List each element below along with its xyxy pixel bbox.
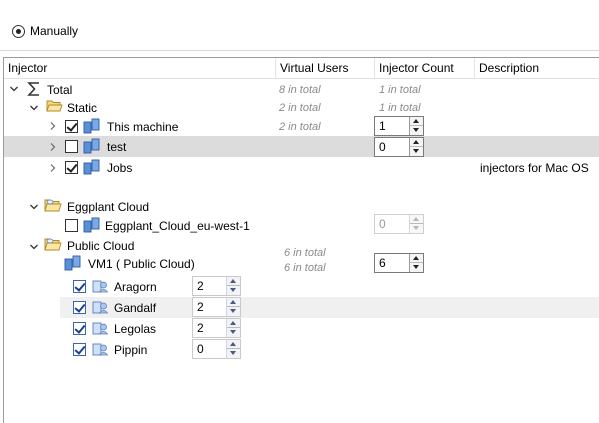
stepper-value: 1	[379, 119, 386, 133]
vm-stepper[interactable]: 2	[192, 318, 241, 338]
column-header-injector-count[interactable]: Injector Count	[375, 58, 454, 79]
chevron-down-icon[interactable]	[29, 242, 39, 252]
sigma-icon	[27, 81, 41, 97]
stepper-down-button[interactable]	[227, 349, 240, 358]
jobs-checkbox[interactable]	[65, 161, 78, 174]
tree-label-this-machine: This machine	[107, 120, 179, 134]
chevron-down-icon[interactable]	[29, 103, 39, 113]
vm-label: Pippin	[114, 343, 148, 357]
stepper-up-button[interactable]	[410, 117, 423, 126]
stepper-value: 6	[379, 256, 386, 270]
tree-label-jobs: Jobs	[107, 161, 133, 175]
server-icon	[64, 255, 82, 271]
stepper-down-button[interactable]	[410, 147, 423, 156]
this-machine-virtual-users: 2 in total	[279, 121, 321, 133]
stepper-value: 2	[197, 279, 204, 293]
tree-label-vm1: VM1 ( Public Cloud)	[88, 257, 195, 271]
vm-user-icon	[92, 299, 108, 315]
stepper-value: 2	[197, 321, 204, 335]
column-header-virtual-users[interactable]: Virtual Users	[276, 58, 348, 79]
tree-label-total: Total	[47, 83, 73, 97]
chevron-down-icon[interactable]	[9, 84, 19, 94]
tree-label-test: test	[107, 140, 127, 154]
pippin-checkbox[interactable]	[73, 343, 86, 356]
stepper-up-button[interactable]	[410, 215, 423, 224]
tree-label-static: Static	[67, 101, 98, 115]
cloud-folder-icon	[44, 198, 62, 213]
stepper-value: 0	[379, 217, 386, 231]
stepper-down-button[interactable]	[410, 126, 423, 135]
static-injector-count: 1 in total	[379, 102, 421, 114]
server-icon	[83, 118, 101, 134]
table-border-left	[3, 57, 4, 423]
stepper-value: 0	[379, 140, 386, 154]
divider	[0, 50, 599, 51]
test-checkbox[interactable]	[65, 140, 78, 153]
jobs-description: injectors for Mac OS	[480, 161, 589, 175]
stepper-down-button[interactable]	[227, 328, 240, 337]
eu-west-checkbox[interactable]	[65, 219, 78, 232]
stepper-up-button[interactable]	[227, 319, 240, 328]
vm-user-icon	[92, 278, 108, 294]
eu-west-count-stepper[interactable]: 0	[374, 214, 424, 234]
aragorn-checkbox[interactable]	[73, 280, 86, 293]
stepper-down-button[interactable]	[410, 224, 423, 233]
chevron-down-icon[interactable]	[29, 202, 39, 212]
tree-label-public-cloud: Public Cloud	[67, 239, 135, 253]
total-virtual-users: 8 in total	[279, 84, 321, 96]
chevron-right-icon[interactable]	[48, 142, 58, 152]
vm-label: Aragorn	[114, 280, 157, 294]
stepper-up-button[interactable]	[227, 298, 240, 307]
server-icon	[83, 217, 101, 233]
chevron-right-icon[interactable]	[48, 121, 58, 131]
vm-stepper[interactable]: 0	[192, 339, 241, 359]
stepper-up-button[interactable]	[227, 340, 240, 349]
stepper-value: 2	[197, 300, 204, 314]
public-cloud-virtual-users: 6 in total	[284, 247, 326, 259]
legolas-checkbox[interactable]	[73, 322, 86, 335]
test-count-stepper[interactable]: 0	[374, 137, 424, 157]
server-icon	[83, 138, 101, 154]
manually-radio-label: Manually	[30, 24, 79, 38]
stepper-up-button[interactable]	[410, 138, 423, 147]
column-header-description[interactable]: Description	[475, 58, 539, 79]
stepper-up-button[interactable]	[227, 277, 240, 286]
vm-stepper[interactable]: 2	[192, 276, 241, 296]
manually-radio[interactable]	[12, 25, 25, 38]
vm-stepper[interactable]: 2	[192, 297, 241, 317]
vm-user-icon	[92, 320, 108, 336]
stepper-down-button[interactable]	[227, 286, 240, 295]
server-icon	[83, 159, 101, 175]
column-header-injector[interactable]: Injector	[4, 58, 47, 79]
tree-label-eggplant-cloud: Eggplant Cloud	[67, 200, 150, 214]
chevron-right-icon[interactable]	[48, 163, 58, 173]
cloud-folder-icon	[44, 237, 62, 252]
vm-label: Gandalf	[114, 301, 157, 315]
vm-user-icon	[92, 341, 108, 357]
folder-open-icon	[46, 99, 63, 113]
static-virtual-users: 2 in total	[279, 102, 321, 114]
stepper-down-button[interactable]	[410, 263, 423, 272]
vm-label: Legolas	[114, 322, 157, 336]
this-machine-count-stepper[interactable]: 1	[374, 116, 424, 136]
stepper-down-button[interactable]	[227, 307, 240, 316]
tree-label-eu-west: Eggplant_Cloud_eu-west-1	[105, 219, 250, 233]
total-injector-count: 1 in total	[379, 84, 421, 96]
vm1-count-stepper[interactable]: 6	[374, 253, 424, 273]
stepper-up-button[interactable]	[410, 254, 423, 263]
gandalf-checkbox[interactable]	[73, 301, 86, 314]
stepper-value: 0	[197, 342, 204, 356]
public-cloud-injector-count: 6 in total	[284, 262, 326, 274]
this-machine-checkbox[interactable]	[65, 120, 78, 133]
table-header: Injector Virtual Users Injector Count De…	[4, 58, 599, 79]
